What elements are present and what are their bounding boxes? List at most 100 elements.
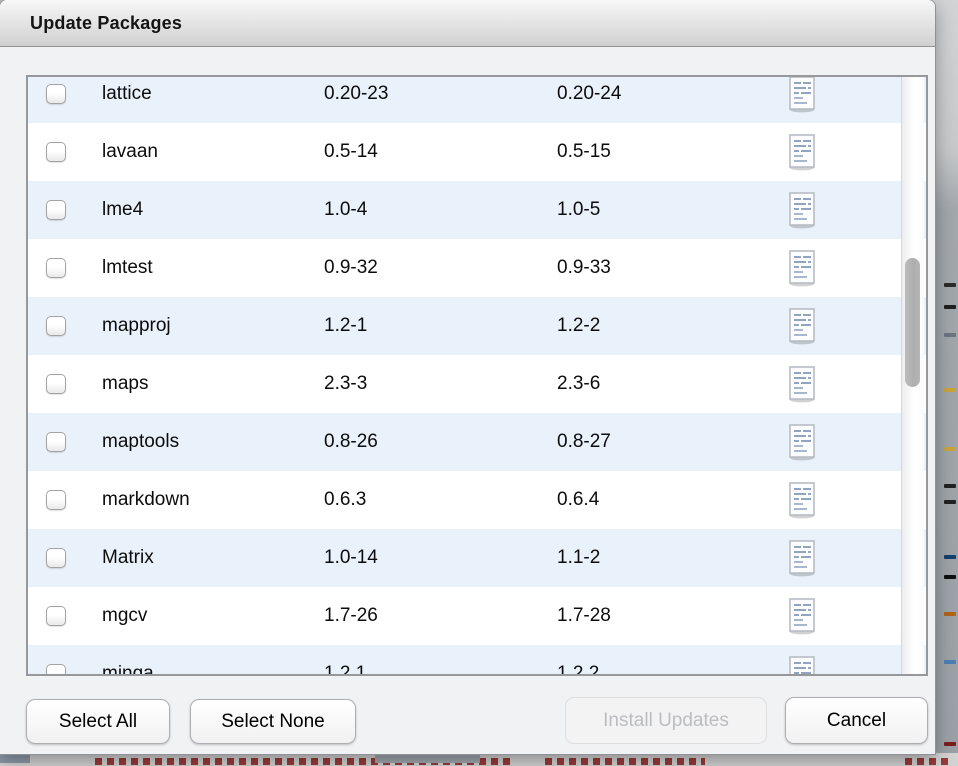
news-document-glyph	[785, 192, 819, 230]
package-row[interactable]: maptools 0.8-26 0.8-27	[28, 413, 926, 471]
news-document-glyph	[785, 482, 819, 520]
news-document-glyph	[785, 308, 819, 346]
available-version: 1.1-2	[557, 529, 600, 587]
select-all-button[interactable]: Select All	[26, 699, 170, 744]
scrollbar-track[interactable]	[901, 77, 924, 674]
screen: Update Packages lattice 0.20-23 0.20-24	[0, 0, 958, 766]
background-artifact	[944, 575, 956, 579]
background-artifact	[944, 388, 956, 392]
background-artifact	[375, 754, 480, 763]
available-version: 1.0-5	[557, 181, 600, 239]
package-checkbox[interactable]	[46, 548, 66, 568]
available-version: 0.5-15	[557, 123, 611, 181]
background-artifact	[944, 484, 956, 488]
package-row[interactable]: mapproj 1.2-1 1.2-2	[28, 297, 926, 355]
package-name: maptools	[102, 413, 179, 471]
installed-version: 0.8-26	[324, 413, 378, 471]
news-icon[interactable]	[785, 192, 819, 230]
news-icon[interactable]	[785, 540, 819, 578]
dialog-titlebar: Update Packages	[0, 0, 935, 47]
package-row[interactable]: lavaan 0.5-14 0.5-15	[28, 123, 926, 181]
package-name: lavaan	[102, 123, 158, 181]
news-icon[interactable]	[785, 598, 819, 636]
package-row[interactable]: maps 2.3-3 2.3-6	[28, 355, 926, 413]
news-icon[interactable]	[785, 134, 819, 172]
background-window-right	[932, 0, 958, 766]
package-checkbox[interactable]	[46, 258, 66, 278]
news-icon[interactable]	[785, 308, 819, 346]
available-version: 2.3-6	[557, 355, 600, 413]
news-document-glyph	[785, 76, 819, 114]
news-icon[interactable]	[785, 656, 819, 676]
package-checkbox[interactable]	[46, 374, 66, 394]
package-checkbox[interactable]	[46, 142, 66, 162]
package-name: Matrix	[102, 529, 154, 587]
background-artifact	[944, 305, 956, 309]
background-artifact	[905, 758, 953, 765]
install-updates-button[interactable]: Install Updates	[565, 697, 767, 744]
news-icon[interactable]	[785, 424, 819, 462]
package-row[interactable]: lattice 0.20-23 0.20-24	[28, 75, 926, 123]
scrollbar-thumb[interactable]	[905, 258, 920, 387]
background-artifact	[944, 612, 956, 616]
package-checkbox[interactable]	[46, 316, 66, 336]
package-list: lattice 0.20-23 0.20-24	[26, 75, 928, 676]
background-artifact	[944, 500, 956, 504]
news-document-glyph	[785, 134, 819, 172]
package-name: minqa	[102, 645, 154, 676]
available-version: 0.9-33	[557, 239, 611, 297]
news-document-glyph	[785, 250, 819, 288]
installed-version: 1.2-1	[324, 297, 367, 355]
background-artifact	[944, 283, 956, 287]
available-version: 0.20-24	[557, 75, 621, 123]
package-checkbox[interactable]	[46, 606, 66, 626]
installed-version: 0.5-14	[324, 123, 378, 181]
available-version: 1.7-28	[557, 587, 611, 645]
available-version: 1.2-2	[557, 297, 600, 355]
package-name: lme4	[102, 181, 143, 239]
dialog-title: Update Packages	[30, 0, 182, 47]
news-icon[interactable]	[785, 76, 819, 114]
package-checkbox[interactable]	[46, 490, 66, 510]
background-artifact	[944, 447, 956, 451]
package-row[interactable]: mgcv 1.7-26 1.7-28	[28, 587, 926, 645]
package-row[interactable]: lme4 1.0-4 1.0-5	[28, 181, 926, 239]
news-icon[interactable]	[785, 250, 819, 288]
available-version: 0.6.4	[557, 471, 599, 529]
select-none-button[interactable]: Select None	[190, 699, 356, 744]
news-document-glyph	[785, 656, 819, 676]
package-name: lmtest	[102, 239, 153, 297]
installed-version: 1.0-14	[324, 529, 378, 587]
package-row[interactable]: minqa 1.2.1 1.2.2	[28, 645, 926, 676]
background-artifact	[944, 660, 956, 664]
package-row[interactable]: markdown 0.6.3 0.6.4	[28, 471, 926, 529]
news-document-glyph	[785, 540, 819, 578]
cancel-button[interactable]: Cancel	[785, 697, 928, 744]
installed-version: 1.7-26	[324, 587, 378, 645]
package-checkbox[interactable]	[46, 432, 66, 452]
package-rows: lattice 0.20-23 0.20-24	[28, 75, 926, 676]
news-icon[interactable]	[785, 366, 819, 404]
package-name: mapproj	[102, 297, 171, 355]
background-artifact	[545, 758, 705, 765]
package-row[interactable]: Matrix 1.0-14 1.1-2	[28, 529, 926, 587]
news-document-glyph	[785, 424, 819, 462]
news-icon[interactable]	[785, 482, 819, 520]
news-document-glyph	[785, 598, 819, 636]
background-artifact	[944, 333, 956, 337]
background-artifact	[944, 555, 956, 559]
background-artifact	[944, 742, 956, 746]
installed-version: 0.20-23	[324, 75, 388, 123]
update-packages-dialog: Update Packages lattice 0.20-23 0.20-24	[0, 0, 935, 754]
package-name: lattice	[102, 75, 152, 123]
installed-version: 0.6.3	[324, 471, 366, 529]
installed-version: 0.9-32	[324, 239, 378, 297]
background-artifact	[0, 754, 30, 763]
package-checkbox[interactable]	[46, 664, 66, 676]
package-name: maps	[102, 355, 148, 413]
package-checkbox[interactable]	[46, 200, 66, 220]
installed-version: 1.0-4	[324, 181, 367, 239]
installed-version: 1.2.1	[324, 645, 366, 676]
package-row[interactable]: lmtest 0.9-32 0.9-33	[28, 239, 926, 297]
package-checkbox[interactable]	[46, 84, 66, 104]
